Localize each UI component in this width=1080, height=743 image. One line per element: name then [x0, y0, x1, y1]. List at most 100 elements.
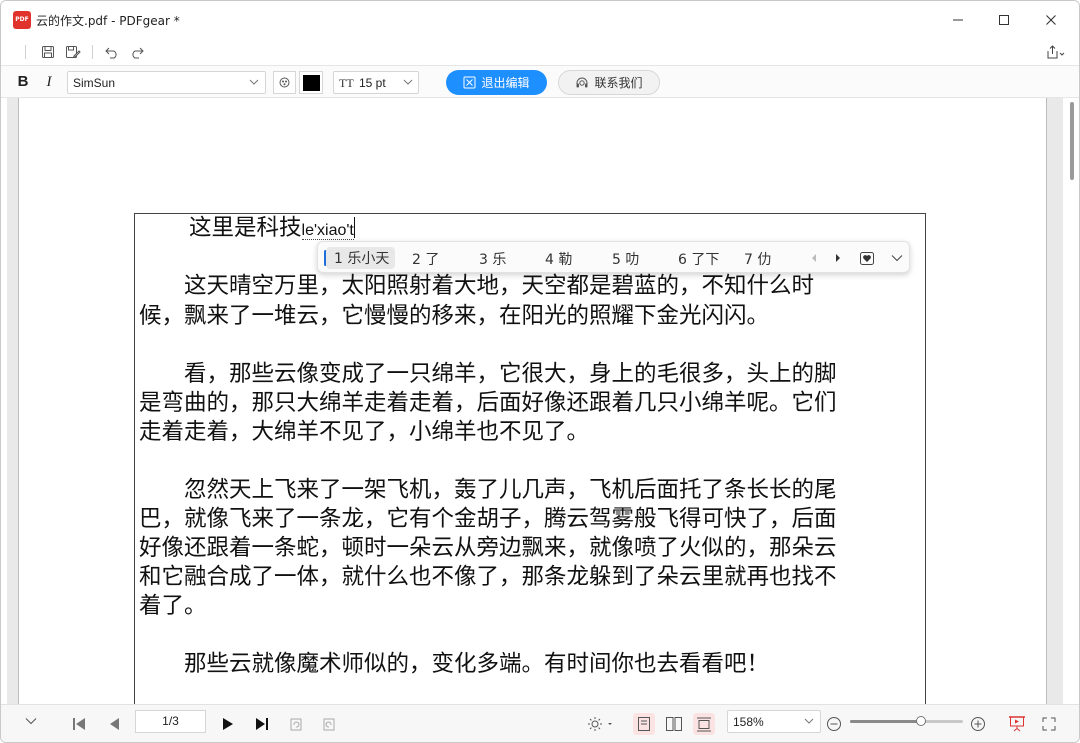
- redo-icon: [132, 47, 144, 59]
- ime-candidate-1[interactable]: 1 乐小天: [326, 247, 396, 269]
- ime-candidate-6[interactable]: 6 了下: [678, 249, 719, 269]
- text-fill-button[interactable]: [273, 71, 296, 94]
- ime-candidate-4[interactable]: 4 勒: [545, 249, 572, 269]
- triangle-right-icon: [836, 254, 840, 262]
- last-page-button[interactable]: [252, 714, 272, 734]
- panel-toggle-button[interactable]: [21, 711, 41, 731]
- last-page-icon: [256, 718, 268, 730]
- text-color-button[interactable]: [299, 71, 323, 94]
- ime-next-page-button[interactable]: [830, 250, 846, 266]
- chevron-down-icon: [804, 718, 814, 724]
- redo-button[interactable]: [127, 42, 147, 62]
- share-button[interactable]: [1043, 42, 1067, 62]
- text-line[interactable]: 是弯曲的，那只大绵羊走着走着，后面好像还跟着几只小绵羊呢。它们: [139, 389, 929, 418]
- text-line[interactable]: 走着走着，大绵羊不见了，小绵羊也不见了。: [139, 418, 929, 447]
- fullscreen-icon: [1042, 717, 1056, 731]
- sun-icon: [588, 717, 612, 731]
- two-page-view-button[interactable]: [664, 714, 684, 734]
- font-size-select[interactable]: TT 15 pt: [333, 71, 419, 94]
- quick-access-toolbar: [1, 39, 1079, 65]
- ime-candidate-7[interactable]: 7 仂: [744, 249, 771, 269]
- text-color-swatch: [302, 74, 320, 91]
- save-icon: [42, 46, 54, 58]
- vertical-scrollbar[interactable]: [1067, 98, 1079, 704]
- italic-button[interactable]: I: [42, 73, 56, 91]
- next-page-button[interactable]: [218, 714, 238, 734]
- window-title: 云的作文.pdf - PDFgear *: [36, 14, 180, 28]
- divider: [92, 45, 93, 59]
- previous-page-icon: [110, 718, 119, 730]
- next-page-icon: [223, 718, 233, 730]
- zoom-out-button[interactable]: [824, 714, 844, 734]
- paint-bucket-icon: [279, 77, 290, 88]
- minimize-button[interactable]: [935, 1, 981, 39]
- app-window: PDF 云的作文.pdf - PDFgear * B I SimSun TT 1…: [0, 0, 1080, 743]
- text-line[interactable]: 忽然天上飞来了一架飞机，轰了儿几声，飞机后面托了条长长的尾: [139, 476, 929, 505]
- ime-prev-page-button[interactable]: [806, 250, 822, 266]
- rotate-right-icon: [323, 718, 335, 731]
- close-button[interactable]: [1028, 1, 1074, 39]
- ime-candidate-2[interactable]: 2 了: [412, 249, 439, 269]
- save-as-icon: [66, 46, 81, 59]
- zoom-value: 158%: [733, 715, 764, 729]
- font-family-select[interactable]: SimSun: [67, 71, 266, 94]
- font-size-value: 15 pt: [359, 76, 386, 90]
- font-family-value: SimSun: [73, 76, 116, 90]
- ime-candidate-5[interactable]: 5 叻: [612, 249, 639, 269]
- triangle-left-icon: [812, 254, 816, 262]
- text-line[interactable]: 着了。: [139, 592, 929, 621]
- previous-page-button[interactable]: [104, 714, 124, 734]
- maximize-button[interactable]: [981, 1, 1027, 39]
- presentation-button[interactable]: [1007, 714, 1027, 734]
- page-number-input[interactable]: 1/3: [135, 710, 206, 733]
- contact-us-label: 联系我们: [594, 76, 643, 90]
- text-line[interactable]: 那些云就像魔术师似的，变化多端。有时间你也去看看吧！: [139, 650, 929, 679]
- ime-candidate-window: 1 乐小天 2 了 3 乐 4 勒 5 叻 6 了下 7 仂: [317, 241, 910, 273]
- ime-composition-text: le'xiao't: [301, 222, 354, 240]
- presentation-icon: [1009, 716, 1025, 732]
- fullscreen-button[interactable]: [1039, 714, 1059, 734]
- single-page-view-button[interactable]: [633, 713, 655, 735]
- ime-favorite-button[interactable]: [859, 250, 875, 266]
- exit-edit-label: 退出编辑: [481, 76, 530, 90]
- ime-expand-button[interactable]: [889, 250, 905, 266]
- exit-edit-icon: [463, 76, 476, 89]
- text-line[interactable]: 这天晴空万里，太阳照射着大地，天空都是碧蓝的，不知什么时: [139, 272, 929, 301]
- first-page-button[interactable]: [69, 714, 89, 734]
- continuous-scroll-button[interactable]: [693, 713, 715, 735]
- zoom-level-select[interactable]: 158%: [727, 710, 821, 733]
- text-line[interactable]: 看，那些云像变成了一只绵羊，它很大，身上的毛很多，头上的脚: [139, 360, 929, 389]
- exit-edit-button[interactable]: 退出编辑: [446, 70, 547, 95]
- rotate-left-button[interactable]: [286, 714, 306, 734]
- chevron-down-icon: [403, 79, 413, 85]
- chevron-down-icon: [891, 255, 903, 262]
- save-as-button[interactable]: [63, 42, 83, 62]
- save-button[interactable]: [38, 42, 58, 62]
- text-line[interactable]: 好像还跟着一条蛇，顿时一朵云从旁边飘来，就像喷了火似的，那朵云: [139, 534, 929, 563]
- text-line[interactable]: 候，飘来了一堆云，它慢慢的移来，在阳光的照耀下金光闪闪。: [139, 302, 929, 331]
- maximize-icon: [999, 15, 1009, 25]
- pdfgear-logo-icon: PDF: [13, 11, 31, 29]
- heart-icon: [860, 252, 874, 265]
- undo-button[interactable]: [102, 42, 122, 62]
- rotate-right-button[interactable]: [319, 714, 339, 734]
- editable-text-box[interactable]: 这里是科技le'xiao't 这天晴空万里，太阳照射着大地，天空都是碧蓝的，不知…: [134, 213, 926, 713]
- text-line[interactable]: 巴，就像飞来了一条龙，它有个金胡子，腾云驾雾般飞得可快了，后面: [139, 505, 929, 534]
- chevron-down-icon: [25, 718, 37, 725]
- zoom-slider-fill: [850, 720, 922, 723]
- bold-button[interactable]: B: [15, 73, 31, 91]
- zoom-in-button[interactable]: [968, 714, 988, 734]
- rotate-left-icon: [290, 718, 302, 731]
- typed-text: 这里是科技: [189, 215, 302, 241]
- continuous-scroll-icon: [697, 717, 711, 732]
- share-icon: [1047, 45, 1065, 59]
- ime-candidate-3[interactable]: 3 乐: [479, 249, 506, 269]
- brightness-button[interactable]: [586, 714, 616, 734]
- scrollbar-thumb[interactable]: [1070, 102, 1074, 180]
- text-format-toolbar: B I SimSun TT 15 pt 退出编辑 联系我们: [1, 65, 1079, 98]
- contact-us-button[interactable]: 联系我们: [558, 70, 660, 95]
- two-page-icon: [666, 717, 682, 731]
- zoom-slider[interactable]: [850, 716, 963, 726]
- zoom-slider-thumb[interactable]: [916, 716, 927, 726]
- text-line[interactable]: 和它融合成了一体，就什么也不像了，那条龙躲到了朵云里就再也找不: [139, 563, 929, 592]
